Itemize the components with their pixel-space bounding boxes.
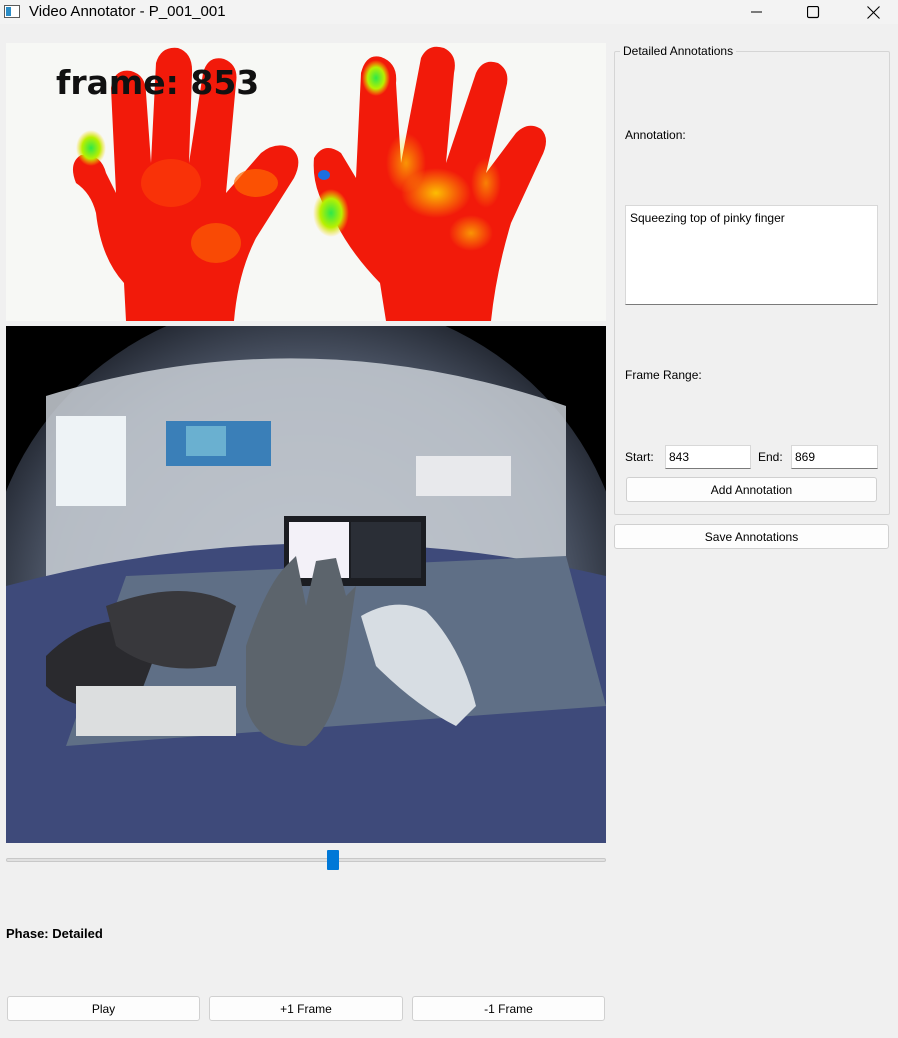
group-title: Detailed Annotations — [620, 44, 737, 58]
add-annotation-button[interactable]: Add Annotation — [626, 477, 877, 502]
phase-label: Phase: Detailed — [6, 926, 103, 941]
slider-handle[interactable] — [327, 850, 339, 870]
maximize-button[interactable] — [790, 0, 836, 24]
save-annotations-button[interactable]: Save Annotations — [614, 524, 889, 549]
app-icon — [4, 5, 20, 18]
minimize-icon — [751, 11, 762, 13]
start-frame-input[interactable]: 843 — [665, 445, 751, 469]
slider-track[interactable] — [6, 858, 606, 862]
minimize-button[interactable] — [734, 0, 780, 24]
frame-slider[interactable] — [6, 850, 606, 870]
annotation-label: Annotation: — [625, 128, 686, 142]
end-label: End: — [758, 450, 783, 464]
end-frame-input[interactable]: 869 — [791, 445, 878, 469]
start-label: Start: — [625, 450, 654, 464]
fisheye-camera-image — [6, 326, 606, 843]
close-icon — [866, 5, 880, 19]
annotation-textarea[interactable]: Squeezing top of pinky finger — [625, 205, 878, 305]
play-button[interactable]: Play — [7, 996, 200, 1021]
right-hand-shape — [313, 46, 546, 321]
maximize-icon — [806, 5, 819, 18]
window-title: Video Annotator - P_001_001 — [29, 3, 226, 20]
title-bar: Video Annotator - P_001_001 — [0, 0, 898, 24]
pressure-heatmap-view: frame: 853 — [6, 43, 606, 321]
frame-range-label: Frame Range: — [625, 368, 702, 382]
frame-overlay-label: frame: 853 — [56, 63, 260, 102]
close-button[interactable] — [850, 0, 896, 24]
camera-view — [6, 326, 606, 843]
prev-frame-button[interactable]: -1 Frame — [412, 996, 605, 1021]
next-frame-button[interactable]: +1 Frame — [209, 996, 403, 1021]
